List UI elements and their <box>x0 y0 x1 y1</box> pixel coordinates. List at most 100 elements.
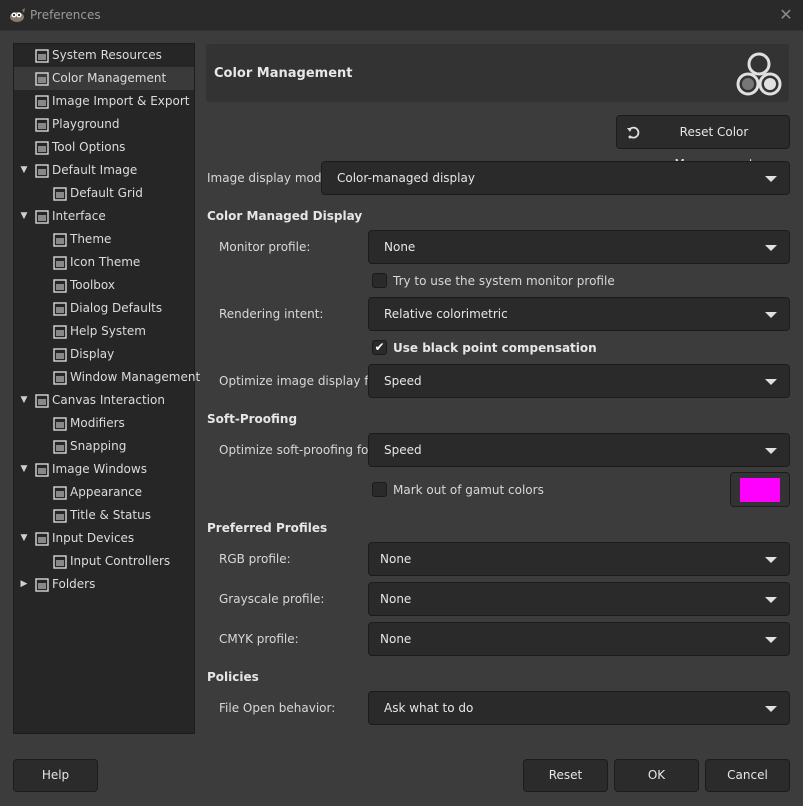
tree-item-label: Tool Options <box>52 140 126 154</box>
category-tree[interactable]: System Resources Color Management Image Im… <box>13 43 200 734</box>
tree-item-window-management[interactable]: Window Management <box>14 366 200 389</box>
expander-down-icon[interactable]: ▼ <box>18 159 30 182</box>
tree-item-snapping[interactable]: Snapping <box>14 435 194 458</box>
tree-item-label: Default Grid <box>70 186 143 200</box>
tree-item-default-grid[interactable]: Default Grid <box>14 182 194 205</box>
cmyk-profile-value: None <box>380 632 412 646</box>
tree-item-help-system[interactable]: Help System <box>14 320 194 343</box>
system-monitor-label: Try to use the system monitor profile <box>393 273 615 288</box>
gamut-checkbox[interactable]: Mark out of gamut colors <box>372 482 544 497</box>
tree-item-input-controllers[interactable]: Input Controllers <box>14 550 194 573</box>
checkbox-box[interactable] <box>372 482 387 497</box>
tree-item-label: Theme <box>70 232 112 246</box>
input-devices-icon <box>34 531 50 547</box>
checkmark-icon[interactable]: ✔ <box>372 340 387 355</box>
tool-options-icon <box>34 140 50 156</box>
tree-item-label: Folders <box>52 577 96 591</box>
tree-item-theme[interactable]: Theme <box>14 228 194 251</box>
theme-icon <box>52 232 68 248</box>
tree-item-folders[interactable]: ▶ Folders <box>14 573 194 596</box>
tree-item-label: Image Import & Export <box>52 94 190 108</box>
expander-down-icon[interactable]: ▼ <box>18 458 30 481</box>
rendering-intent-value: Relative colorimetric <box>384 307 508 321</box>
chip-icon <box>34 48 50 64</box>
tree-item-toolbox[interactable]: Toolbox <box>14 274 194 297</box>
snapping-icon <box>52 439 68 455</box>
chevron-down-icon <box>765 637 777 643</box>
rgb-profile-select[interactable]: None <box>368 542 790 576</box>
appearance-icon <box>52 485 68 501</box>
tree-item-label: Help System <box>70 324 146 338</box>
optimize-soft-select[interactable]: Speed <box>368 433 790 467</box>
gray-profile-value: None <box>380 592 412 606</box>
modifiers-icon <box>52 416 68 432</box>
dialog-defaults-icon <box>52 301 68 317</box>
cancel-button[interactable]: Cancel <box>705 759 790 792</box>
tree-item-default-image[interactable]: ▼ Default Image <box>14 159 194 182</box>
section-preferred-profiles: Preferred Profiles <box>207 521 328 535</box>
import-export-icon <box>34 94 50 110</box>
tree-item-dialog-defaults[interactable]: Dialog Defaults <box>14 297 194 320</box>
gimp-wilber-icon <box>10 8 25 22</box>
folders-icon <box>34 577 50 593</box>
gamut-color-button[interactable] <box>730 472 790 507</box>
tree-item-appearance[interactable]: Appearance <box>14 481 194 504</box>
gray-profile-label: Grayscale profile: <box>219 592 325 606</box>
icon-theme-icon <box>52 255 68 271</box>
tree-item-image-windows[interactable]: ▼ Image Windows <box>14 458 194 481</box>
tree-item-interface[interactable]: ▼ Interface <box>14 205 194 228</box>
default-image-icon <box>34 163 50 179</box>
chevron-down-icon <box>765 448 777 454</box>
display-mode-select[interactable]: Color-managed display <box>321 161 790 195</box>
lifebuoy-icon <box>52 324 68 340</box>
tree-item-label: Appearance <box>70 485 143 499</box>
tree-item-playground[interactable]: Playground <box>14 113 194 136</box>
tree-item-image-import-export[interactable]: Image Import & Export <box>14 90 194 113</box>
tree-item-label: Icon Theme <box>70 255 141 269</box>
rendering-intent-label: Rendering intent: <box>219 307 324 321</box>
rendering-intent-select[interactable]: Relative colorimetric <box>368 297 790 331</box>
black-point-label: Use black point compensation <box>393 340 597 355</box>
reset-icon <box>627 126 640 139</box>
close-icon[interactable]: ✕ <box>778 7 794 23</box>
tree-item-label: Color Management <box>52 71 167 85</box>
cmyk-profile-select[interactable]: None <box>368 622 790 656</box>
tree-item-color-management[interactable]: Color Management <box>14 67 194 90</box>
tree-item-label: Interface <box>52 209 106 223</box>
checkbox-box[interactable] <box>372 273 387 288</box>
tree-item-label: System Resources <box>52 48 162 62</box>
tree-item-display[interactable]: Display <box>14 343 194 366</box>
tree-item-label: Modifiers <box>70 416 125 430</box>
tree-item-input-devices[interactable]: ▼ Input Devices <box>14 527 194 550</box>
system-monitor-checkbox[interactable]: Try to use the system monitor profile <box>372 273 615 288</box>
expander-right-icon[interactable]: ▶ <box>18 573 30 596</box>
interface-icon <box>34 209 50 225</box>
tree-item-system-resources[interactable]: System Resources <box>14 44 194 67</box>
reset-color-management-button[interactable]: Reset Color Management <box>616 115 790 171</box>
image-windows-icon <box>34 462 50 478</box>
windows-icon <box>52 370 68 386</box>
optimize-display-select[interactable]: Speed <box>368 364 790 398</box>
ok-button[interactable]: OK <box>614 759 699 792</box>
file-open-select[interactable]: Ask what to do <box>368 691 790 725</box>
help-button[interactable]: Help <box>13 759 98 792</box>
tree-item-canvas-interaction[interactable]: ▼ Canvas Interaction <box>14 389 194 412</box>
section-color-managed-display: Color Managed Display <box>207 209 363 223</box>
expander-down-icon[interactable]: ▼ <box>18 205 30 228</box>
toolbox-icon <box>52 278 68 294</box>
monitor-profile-select[interactable]: None <box>368 230 790 264</box>
rgb-profile-value: None <box>380 552 412 566</box>
gray-profile-select[interactable]: None <box>368 582 790 616</box>
tree-item-title-status[interactable]: Title & Status <box>14 504 194 527</box>
tree-item-icon-theme[interactable]: Icon Theme <box>14 251 194 274</box>
black-point-checkbox[interactable]: ✔ Use black point compensation <box>372 340 597 355</box>
tree-item-label: Title & Status <box>70 508 151 522</box>
expander-down-icon[interactable]: ▼ <box>18 527 30 550</box>
tree-item-tool-options[interactable]: Tool Options <box>14 136 194 159</box>
reset-button[interactable]: Reset <box>523 759 608 792</box>
tree-item-label: Dialog Defaults <box>70 301 163 315</box>
chevron-down-icon <box>765 312 777 318</box>
tree-item-modifiers[interactable]: Modifiers <box>14 412 194 435</box>
cmyk-profile-label: CMYK profile: <box>219 632 299 646</box>
expander-down-icon[interactable]: ▼ <box>18 389 30 412</box>
